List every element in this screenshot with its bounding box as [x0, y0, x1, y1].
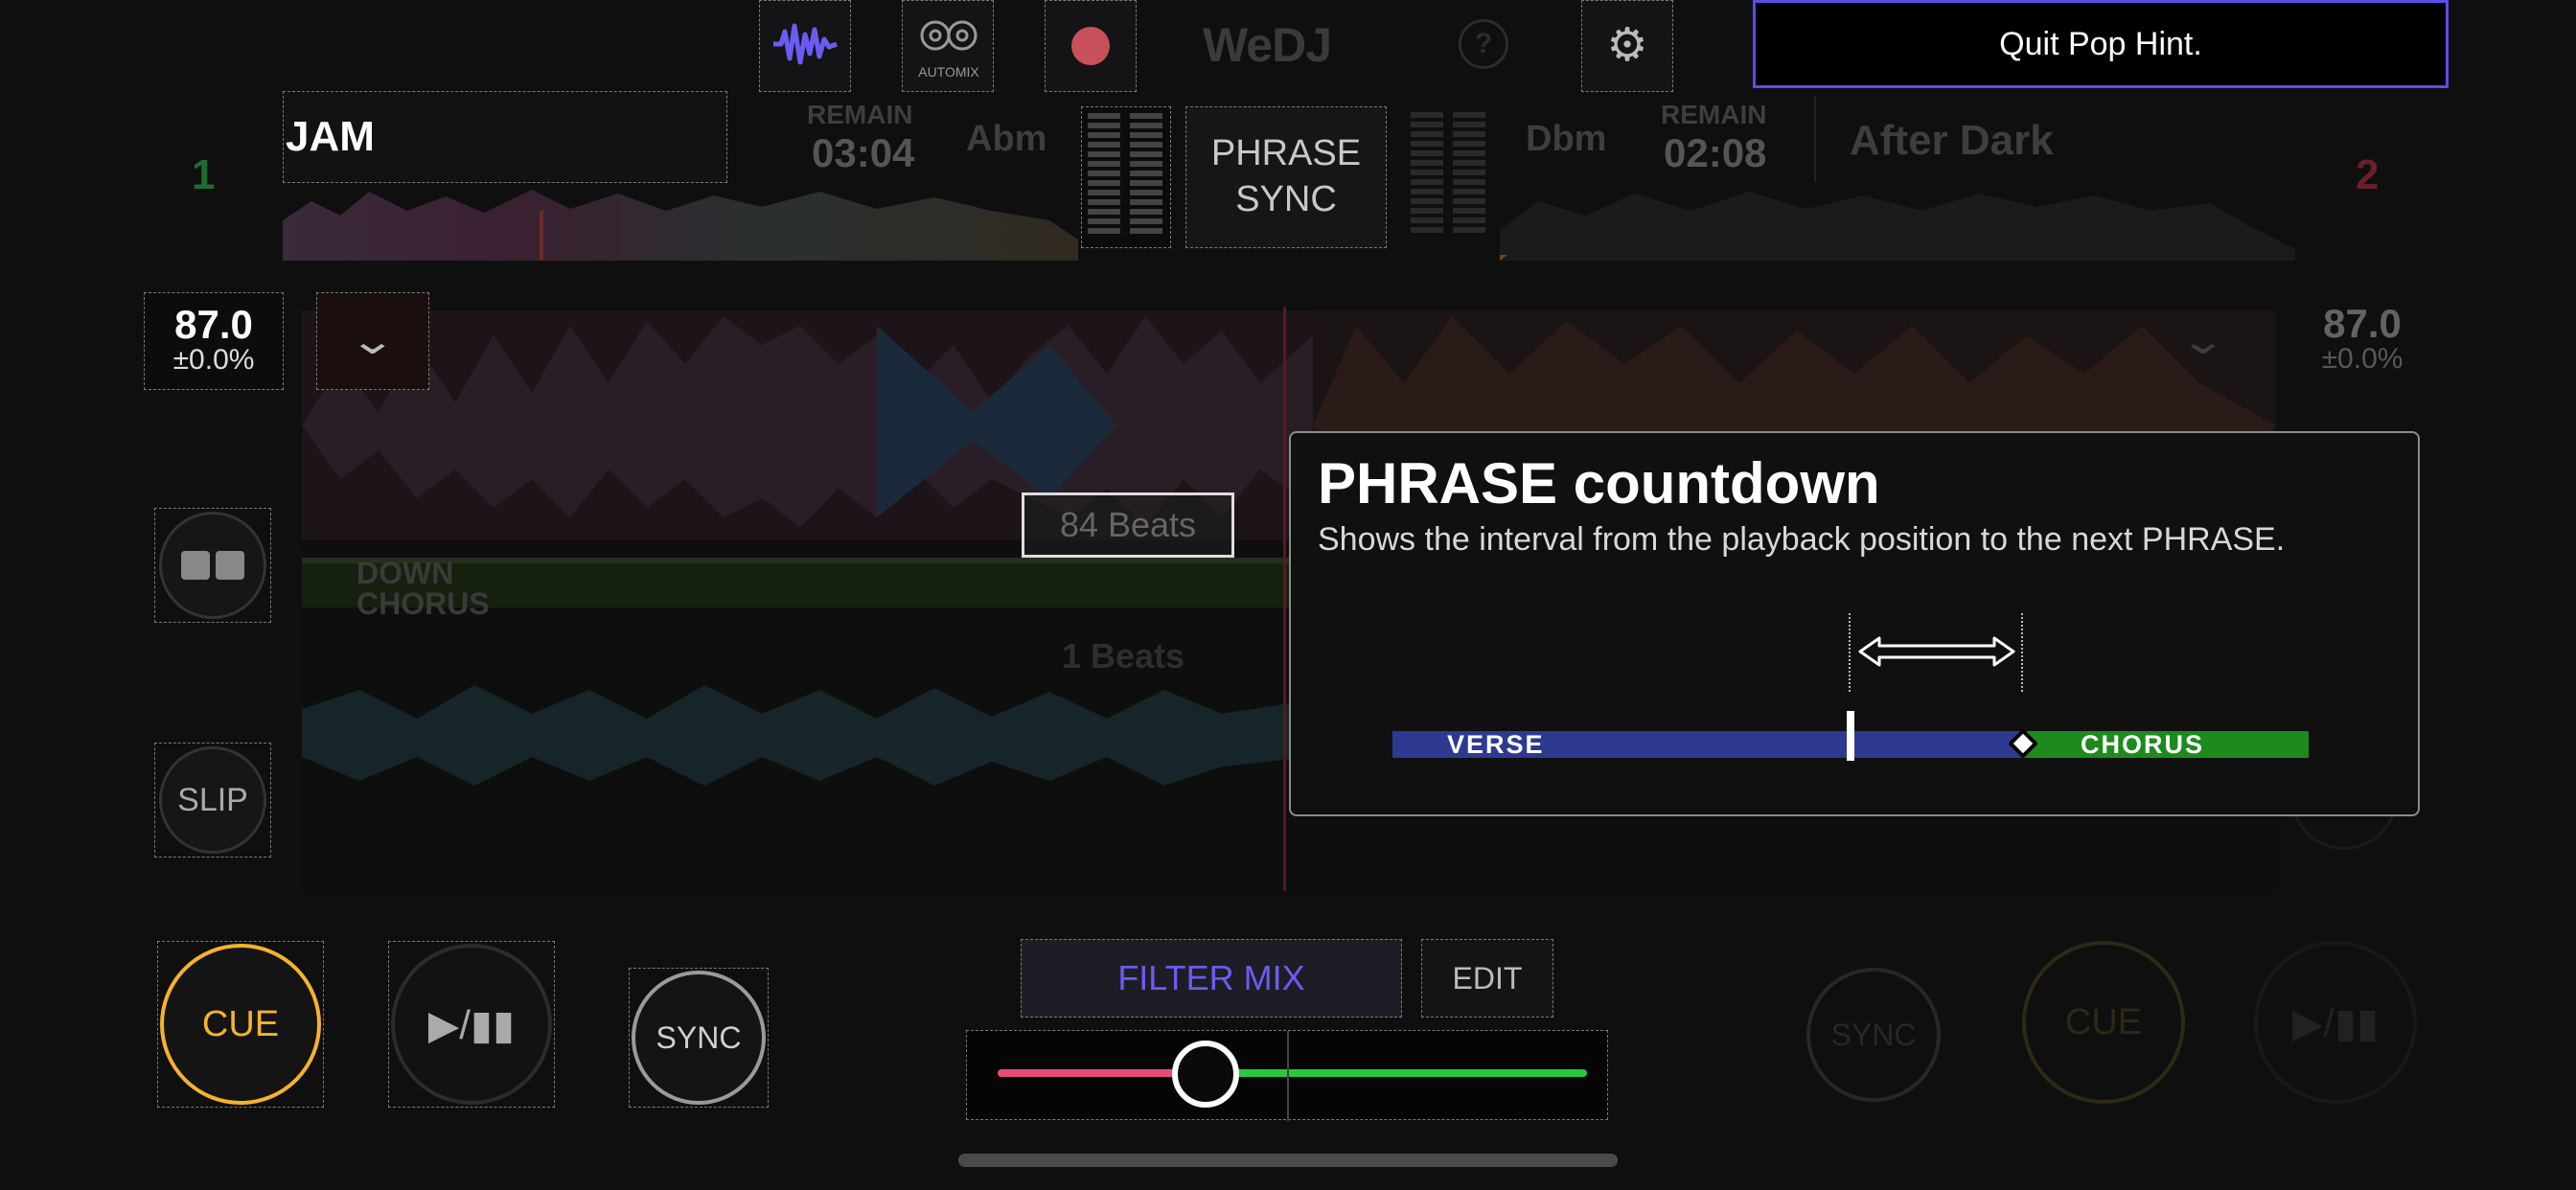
deck2-remain-time: 02:08: [1664, 130, 1767, 175]
deck1-cue-button[interactable]: CUE: [157, 941, 324, 1108]
deck2-divider: [1814, 96, 1816, 182]
pads-circle: [159, 512, 266, 619]
deck1-overview-waveform[interactable]: [283, 182, 1078, 261]
settings-button[interactable]: ⚙: [1581, 0, 1673, 92]
deck2-key: Dbm: [1526, 119, 1607, 159]
gear-icon: ⚙: [1606, 20, 1648, 71]
sync-label: SYNC: [632, 971, 766, 1105]
phrase-boundary-diamond-icon: [2008, 728, 2038, 759]
chorus-label: CHORUS: [2081, 730, 2205, 759]
crossfader-knob[interactable]: [1172, 1041, 1239, 1108]
phrase-countdown-hint-card: PHRASE countdown Shows the interval from…: [1289, 431, 2420, 816]
playhead-marker: [1847, 711, 1854, 761]
deck1-remain-label: REMAIN: [807, 100, 913, 129]
home-indicator[interactable]: [958, 1154, 1618, 1167]
verse-segment-tail: [1852, 731, 2023, 758]
deck1-beats-countdown: 84 Beats: [1022, 492, 1234, 558]
crossfader-right-track: [1213, 1069, 1587, 1077]
deck2-beats-countdown: 1 Beats: [1062, 636, 1185, 675]
record-icon: [1071, 27, 1110, 65]
deck1-pads-button[interactable]: [154, 508, 271, 623]
automix-icon: [920, 18, 978, 61]
deck1-title-field[interactable]: JAM: [283, 91, 727, 183]
deck2-bpm-value: 87.0: [2323, 301, 2402, 346]
deck2-expand-button[interactable]: ⌄: [2147, 292, 2260, 390]
deck1-key: Abm: [966, 119, 1047, 159]
deck1-bpm-value: 87.0: [174, 302, 253, 347]
chevron-down-icon: ⌄: [348, 320, 398, 362]
phrase-label-chorus: CHORUS: [356, 586, 490, 621]
deck2-bpm-display[interactable]: 87.0 ±0.0%: [2292, 292, 2432, 390]
waveform-icon: [771, 20, 839, 73]
crossfader[interactable]: [966, 1030, 1608, 1121]
automix-label: AUTOMIX: [918, 64, 979, 80]
deck1-number: 1: [192, 151, 216, 198]
deck1-expand-button[interactable]: ⌄: [316, 292, 429, 390]
deck2-cue-button[interactable]: CUE: [2022, 941, 2185, 1104]
level-meter-deck2: [1405, 106, 1495, 248]
deck2-play-pause-button[interactable]: ▶/▮▮: [2254, 941, 2417, 1104]
automix-button[interactable]: AUTOMIX: [902, 0, 994, 92]
pads-icon: [181, 551, 244, 580]
level-meter-deck1: [1081, 106, 1171, 248]
deck2-number: 2: [2356, 151, 2380, 198]
edit-button[interactable]: EDIT: [1421, 939, 1553, 1018]
app-logo: WeDJ: [1203, 18, 1332, 72]
quit-pop-hint-button[interactable]: Quit Pop Hint.: [1753, 0, 2449, 88]
deck1-play-pause-button[interactable]: ▶/▮▮: [388, 941, 555, 1108]
deck2-remain-label: REMAIN: [1661, 100, 1767, 129]
crossfader-center-line: [1287, 1031, 1289, 1121]
deck1-phrase-labels: DOWN CHORUS: [356, 558, 490, 619]
cue-label: CUE: [160, 944, 321, 1105]
verse-label: VERSE: [1447, 730, 1545, 759]
phrase-label-down: DOWN: [356, 556, 454, 590]
deck2-title[interactable]: After Dark: [1850, 117, 2054, 165]
help-icon[interactable]: ?: [1459, 19, 1508, 69]
phrase-sync-button[interactable]: PHRASE SYNC: [1185, 106, 1387, 248]
deck1-slip-button[interactable]: SLIP: [154, 743, 271, 858]
deck2-overview-waveform[interactable]: [1500, 182, 2295, 261]
deck2-pitch-value: ±0.0%: [2321, 343, 2404, 375]
play-pause-label: ▶/▮▮: [391, 944, 552, 1105]
deck1-remain-time: 03:04: [812, 130, 915, 175]
record-button[interactable]: [1045, 0, 1137, 92]
deck1-sync-button[interactable]: SYNC: [629, 968, 769, 1108]
hint-description: Shows the interval from the playback pos…: [1318, 521, 2286, 558]
deck1-bpm-display[interactable]: 87.0 ±0.0%: [144, 292, 284, 390]
phrase-sync-line1: PHRASE: [1210, 133, 1362, 173]
deck1-pitch-value: ±0.0%: [172, 344, 255, 376]
deck2-sync-button[interactable]: SYNC: [1806, 968, 1941, 1102]
hint-title: PHRASE countdown: [1318, 451, 1880, 515]
filter-mix-button[interactable]: FILTER MIX: [1021, 939, 1402, 1018]
slip-label: SLIP: [159, 746, 266, 854]
interval-start-marker: [1849, 613, 1852, 692]
phrase-sync-line2: SYNC: [1235, 179, 1337, 219]
waveform-button[interactable]: [759, 0, 851, 92]
double-arrow-icon: [1856, 632, 2017, 675]
interval-end-marker: [2021, 613, 2025, 692]
chevron-down-icon: ⌄: [2178, 320, 2228, 362]
